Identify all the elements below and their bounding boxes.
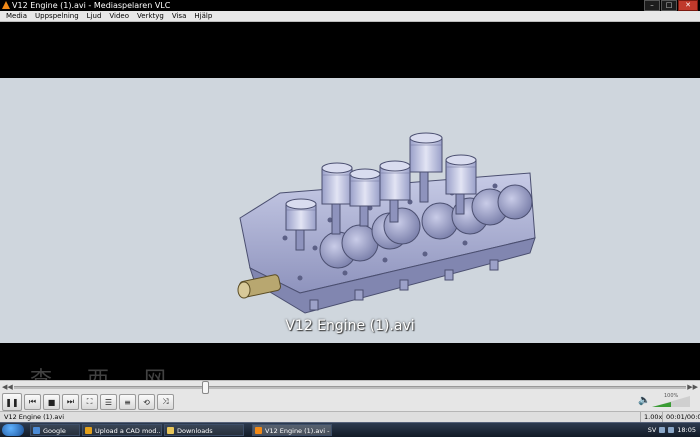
fullscreen-icon: ⛶ [86, 397, 93, 406]
system-tray: SV 18:05 [644, 424, 700, 436]
taskbar-label: Downloads [177, 427, 213, 435]
seek-slider-handle[interactable] [202, 381, 210, 394]
volume-level-fill [652, 401, 671, 407]
browser-icon [33, 427, 40, 434]
network-icon[interactable] [659, 427, 666, 433]
seek-back-arrow-icon[interactable]: ◀◀ [2, 383, 13, 391]
loop-icon: ⟲ [143, 397, 150, 407]
menu-view[interactable]: Visa [168, 11, 191, 22]
settings-icon: ≡ [124, 397, 131, 407]
volume-tray-icon[interactable] [668, 427, 675, 433]
menu-audio[interactable]: Ljud [83, 11, 106, 22]
shuffle-button[interactable]: ⤨ [157, 394, 174, 410]
menu-playback[interactable]: Uppspelning [31, 11, 83, 22]
stop-icon: ■ [47, 397, 56, 407]
volume-control[interactable]: 🔈 100% [638, 393, 694, 409]
fullscreen-button[interactable]: ⛶ [81, 394, 98, 410]
next-button[interactable]: ⏭ [62, 394, 79, 410]
taskbar-label: Upload a CAD mod... [95, 427, 162, 435]
taskbar-item-downloads[interactable]: Downloads [164, 424, 244, 436]
volume-percent: 100% [664, 393, 679, 399]
vlc-cone-icon [2, 1, 10, 9]
menu-help[interactable]: Hjälp [190, 11, 216, 22]
previous-button[interactable]: ⏮ [24, 394, 41, 410]
video-subtitle-title: V12 Engine (1).avi [285, 318, 415, 334]
loop-button[interactable]: ⟲ [138, 394, 155, 410]
taskbar-item-google[interactable]: Google [30, 424, 80, 436]
pause-button[interactable]: ❚❚ [2, 393, 22, 411]
previous-icon: ⏮ [28, 397, 37, 406]
stop-button[interactable]: ■ [43, 394, 60, 410]
menu-tools[interactable]: Verktyg [133, 11, 168, 22]
minimize-button[interactable]: – [644, 0, 660, 11]
seek-bar[interactable]: ◀◀ ▶▶ [2, 381, 698, 394]
speaker-icon[interactable]: 🔈 [638, 395, 650, 406]
title-bar: V12 Engine (1).avi - Mediaspelaren VLC –… [0, 0, 700, 11]
menu-bar: Media Uppspelning Ljud Video Verktyg Vis… [0, 11, 700, 22]
window-controls: – □ ✕ [644, 0, 698, 11]
engine-render [237, 132, 536, 314]
control-buttons: ❚❚ ⏮ ■ ⏭ ⛶ ☰ ≡ ⟲ ⤨ [2, 393, 174, 411]
video-frame [0, 78, 700, 343]
close-button[interactable]: ✕ [678, 0, 698, 11]
language-indicator[interactable]: SV [648, 426, 657, 434]
shuffle-icon: ⤨ [162, 397, 169, 406]
maximize-button[interactable]: □ [661, 0, 677, 11]
windows-taskbar: Google Upload a CAD mod... Downloads V12… [0, 422, 700, 437]
clock[interactable]: 18:05 [677, 426, 696, 434]
playback-controls: ◀◀ ▶▶ ❚❚ ⏮ ■ ⏭ ⛶ ☰ ≡ ⟲ ⤨ 🔈 100% [0, 380, 700, 411]
taskbar-label: Google [43, 427, 66, 435]
firefox-icon [85, 427, 92, 434]
vlc-icon [255, 427, 262, 434]
video-area[interactable]: V12 Engine (1).avi [0, 22, 700, 380]
menu-media[interactable]: Media [2, 11, 31, 22]
pause-icon: ❚❚ [5, 397, 19, 407]
extended-settings-button[interactable]: ≡ [119, 394, 136, 410]
taskbar-label: V12 Engine (1).avi - ... [265, 427, 332, 435]
seek-forward-arrow-icon[interactable]: ▶▶ [687, 383, 698, 391]
seek-track[interactable] [14, 386, 686, 389]
menu-video[interactable]: Video [105, 11, 133, 22]
playlist-button[interactable]: ☰ [100, 394, 117, 410]
taskbar-item-vlc[interactable]: V12 Engine (1).avi - ... [252, 424, 332, 436]
folder-icon [167, 427, 174, 434]
window-title: V12 Engine (1).avi - Mediaspelaren VLC [12, 1, 171, 10]
next-icon: ⏭ [66, 397, 75, 406]
start-button[interactable] [2, 424, 24, 436]
playlist-icon: ☰ [104, 397, 113, 407]
taskbar-item-upload[interactable]: Upload a CAD mod... [82, 424, 162, 436]
